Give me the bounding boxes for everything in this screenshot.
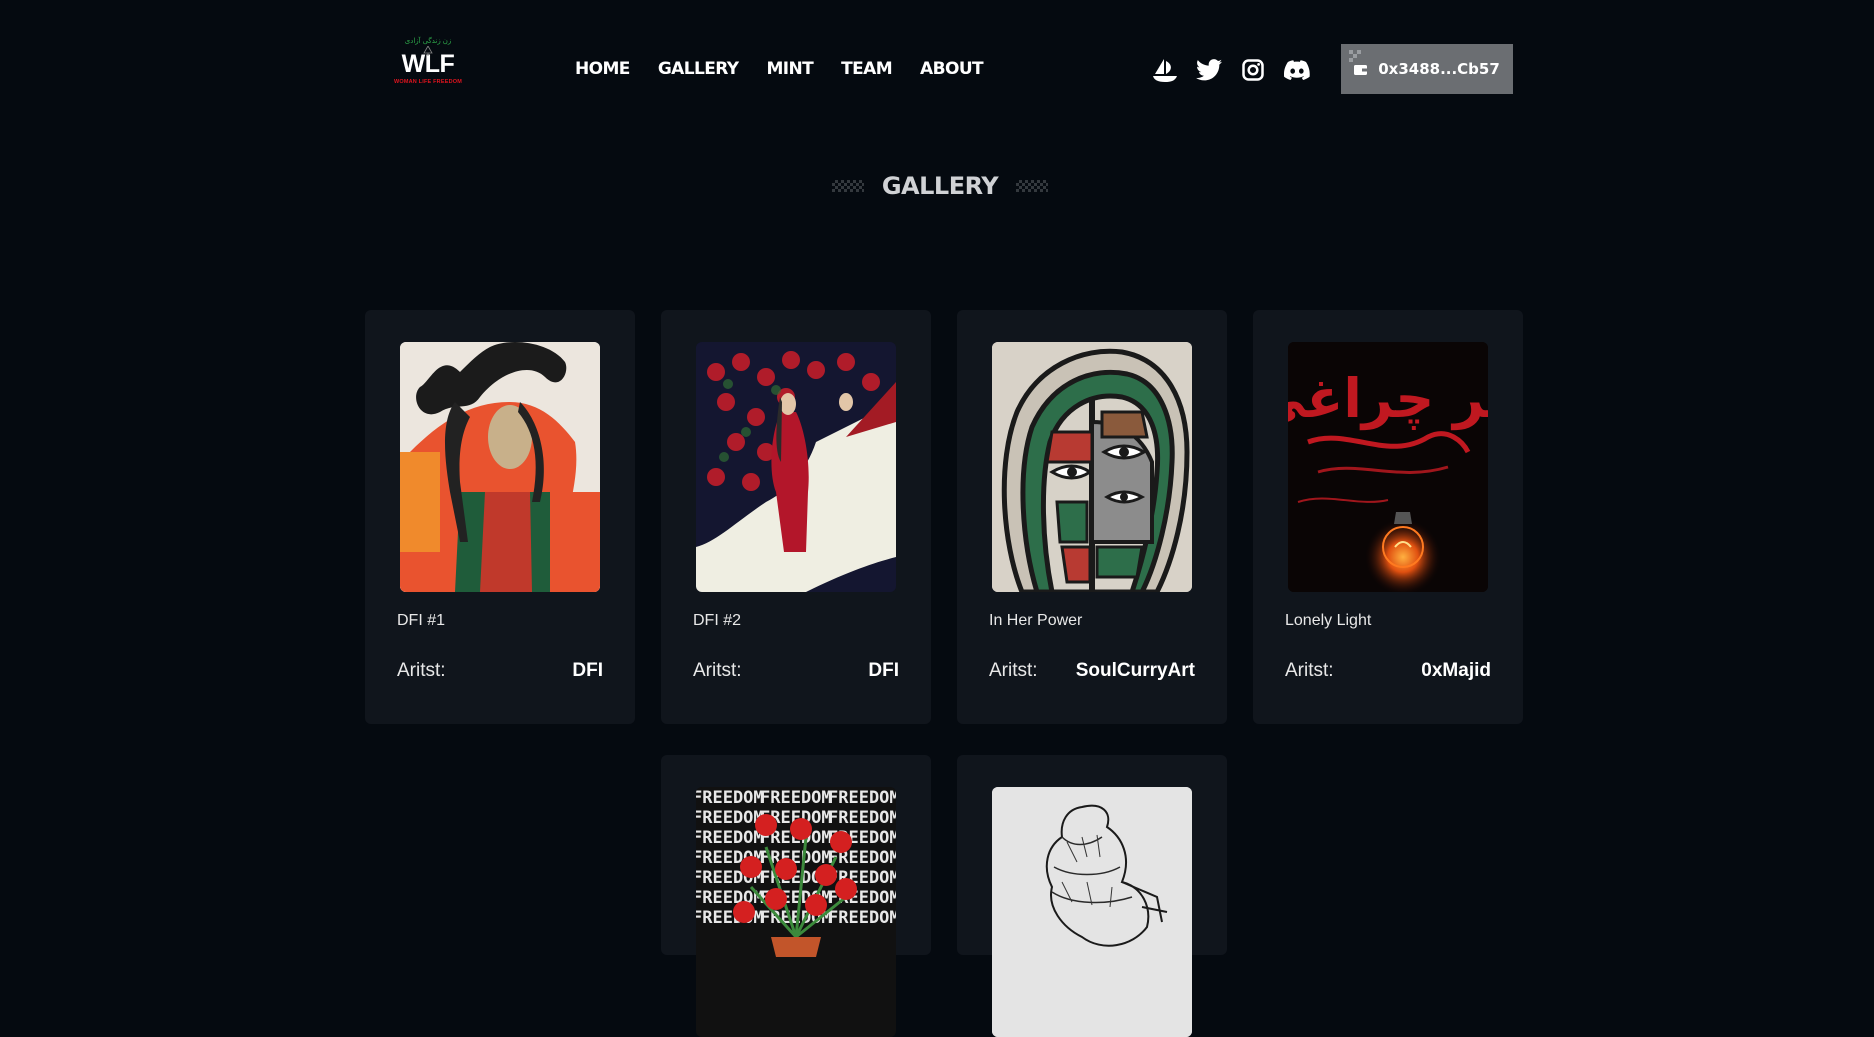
nav-gallery[interactable]: GALLERY [658, 58, 739, 80]
nav-team[interactable]: TEAM [841, 58, 892, 80]
artwork-text-row: FREEDOM [828, 788, 896, 808]
discord-icon[interactable] [1282, 55, 1312, 85]
artist-name: 0xMajid [1421, 660, 1491, 681]
artist-name: SoulCurryArt [1075, 660, 1195, 681]
artwork-image [992, 787, 1192, 1037]
gallery-card[interactable] [957, 755, 1227, 1037]
artwork-text-row: FREEDOM [828, 908, 896, 928]
gallery-card[interactable]: In Her Power Aritst: SoulCurryArt [957, 310, 1227, 724]
artwork-text-row: FREEDOM [696, 788, 764, 808]
wallet-address: 0x3488...Cb57 [1378, 60, 1500, 78]
artwork-calligraphy: هر چراغی [1288, 367, 1488, 430]
artwork-title: Lonely Light [1285, 612, 1372, 629]
nav-about[interactable]: ABOUT [920, 58, 984, 80]
heading-decoration-left [831, 180, 864, 192]
opensea-icon[interactable] [1150, 55, 1180, 85]
artist-label: Aritst: [989, 660, 1038, 681]
nav-mint[interactable]: MINT [766, 58, 813, 80]
artist-label: Aritst: [397, 660, 446, 681]
artwork-title: DFI #1 [397, 612, 446, 629]
artwork-title: In Her Power [989, 612, 1083, 629]
artwork-text-row: FREEDOM [696, 828, 764, 848]
heading-decoration-right [1016, 180, 1049, 192]
gallery-card[interactable]: هر چراغی Lonely Light Aritst: 0xMajid [1253, 310, 1523, 724]
artwork-title: DFI #2 [693, 612, 742, 629]
artwork-image [992, 342, 1192, 592]
site-header: زن زندگی آزادی WLF WOMAN LIFE FREEDOM HO… [0, 0, 1874, 140]
logo-script-text: زن زندگی آزادی [404, 38, 452, 45]
artwork-text-row: FREEDOM [760, 788, 832, 808]
artist-name: DFI [868, 660, 899, 681]
nav-home[interactable]: HOME [575, 58, 630, 80]
artist-label: Aritst: [693, 660, 742, 681]
artwork-image: FREEDOM FREEDOM FREEDOM FREEDOM FREEDOM … [696, 787, 896, 1037]
artist-label: Aritst: [1285, 660, 1334, 681]
twitter-icon[interactable] [1194, 55, 1224, 85]
instagram-icon[interactable] [1238, 55, 1268, 85]
gallery-card[interactable]: DFI #1 Aritst: DFI [365, 310, 635, 724]
social-links [1150, 55, 1326, 85]
main-nav: HOME GALLERY MINT TEAM ABOUT [575, 58, 1011, 80]
gallery-card[interactable]: FREEDOM FREEDOM FREEDOM FREEDOM FREEDOM … [661, 755, 931, 1037]
gallery-heading: GALLERY [0, 172, 1874, 200]
wallet-button[interactable]: 0x3488...Cb57 [1341, 44, 1513, 94]
artwork-image [696, 342, 896, 592]
logo-tagline: WOMAN LIFE FREEDOM [393, 79, 463, 85]
logo-tree-icon [423, 46, 433, 56]
artwork-image [400, 342, 600, 592]
artist-name: DFI [572, 660, 603, 681]
artwork-text-row: FREEDOM [828, 808, 896, 828]
broken-image-icon [1349, 50, 1361, 62]
site-logo[interactable]: زن زندگی آزادی WLF WOMAN LIFE FREEDOM [390, 38, 466, 100]
gallery-card[interactable]: DFI #2 Aritst: DFI [661, 310, 931, 724]
wallet-icon [1354, 64, 1368, 75]
artwork-image: هر چراغی [1288, 342, 1488, 592]
page-title: GALLERY [881, 172, 999, 200]
artwork-text-row: FREEDOM [696, 808, 764, 828]
